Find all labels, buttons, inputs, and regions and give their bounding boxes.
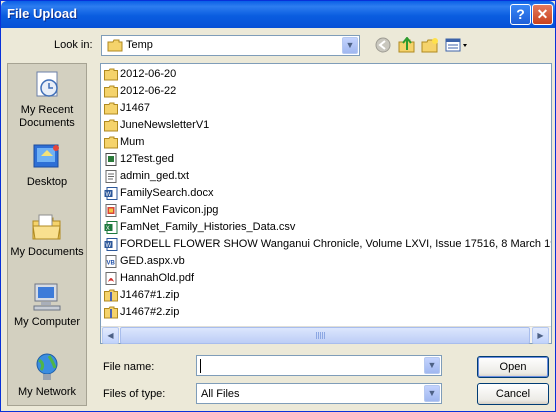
file-name: 2012-06-22 (120, 85, 177, 97)
folder-icon (107, 39, 123, 52)
file-type-value: All Files (201, 388, 240, 400)
word-document-icon: W (104, 238, 118, 251)
file-name-input[interactable] (200, 359, 420, 373)
file-name: J1467#1.zip (120, 289, 180, 301)
scroll-right-icon[interactable]: ▶ (532, 327, 549, 344)
close-button[interactable]: ✕ (532, 4, 553, 25)
file-name: admin_ged.txt (120, 170, 190, 182)
file-name: FORDELL FLOWER SHOW Wanganui Chronicle, … (120, 238, 552, 250)
scroll-left-icon[interactable]: ◀ (102, 327, 119, 344)
place-label: My Network (17, 386, 77, 398)
place-label: My Recent Documents (19, 104, 75, 129)
file-name: FamNet Favicon.jpg (120, 204, 219, 216)
place-my-documents[interactable]: My Documents (8, 212, 86, 259)
my-computer-icon (33, 283, 61, 311)
back-arrow-icon[interactable] (374, 37, 392, 55)
place-recent-documents[interactable]: My Recent Documents (8, 70, 86, 130)
help-button[interactable]: ? (510, 4, 531, 25)
title-bar[interactable]: File Upload ? ✕ (1, 1, 555, 28)
new-folder-icon[interactable] (421, 37, 439, 55)
lookin-value: Temp (126, 39, 153, 51)
text-file-icon (105, 170, 117, 183)
folder-icon (104, 119, 118, 132)
folder-icon (104, 68, 118, 81)
file-name: Mum (120, 136, 145, 148)
ged-file-icon (105, 153, 117, 166)
places-bar: My Recent Documents Desktop My Documents (7, 63, 87, 406)
up-folder-icon[interactable] (398, 36, 416, 55)
file-name-field[interactable]: ▼ (196, 355, 442, 376)
file-name: FamilySearch.docx (120, 187, 214, 199)
chevron-down-icon[interactable]: ▼ (424, 357, 440, 374)
my-network-icon (36, 353, 58, 380)
vb-file-icon: VB (105, 255, 117, 268)
file-name: FamNet_Family_Histories_Data.csv (120, 221, 296, 233)
desktop-icon (33, 144, 59, 168)
file-type-label: Files of type: (103, 388, 166, 400)
zip-folder-icon (104, 306, 118, 319)
lookin-label: Look in: (54, 39, 93, 51)
svg-text:X: X (106, 226, 110, 232)
file-name: 12Test.ged (120, 153, 174, 165)
horizontal-scrollbar[interactable]: ◀ ▶ (101, 326, 551, 344)
svg-text:W: W (106, 192, 112, 198)
place-desktop[interactable]: Desktop (8, 142, 86, 189)
my-documents-icon (32, 214, 61, 240)
zip-folder-icon (104, 289, 118, 302)
place-my-network[interactable]: My Network (8, 352, 86, 399)
text-caret (200, 359, 201, 373)
file-type-dropdown[interactable]: All Files ▼ (196, 383, 442, 404)
file-name: HannahOld.pdf (120, 272, 194, 284)
place-my-computer[interactable]: My Computer (8, 282, 86, 329)
file-name: GED.aspx.vb (120, 255, 185, 267)
place-label: Desktop (26, 176, 68, 188)
folder-icon (104, 102, 118, 115)
excel-file-icon: X (104, 221, 118, 234)
file-name: J1467#2.zip (120, 306, 180, 318)
folder-icon (104, 136, 118, 149)
file-name: JuneNewsletterV1 (120, 119, 210, 131)
svg-text:W: W (106, 243, 112, 249)
file-name: J1467 (120, 102, 150, 114)
cancel-button[interactable]: Cancel (477, 383, 549, 405)
folder-icon (104, 85, 118, 98)
image-file-icon (105, 204, 117, 217)
scrollbar-thumb[interactable] (120, 327, 530, 344)
window-title: File Upload (7, 6, 78, 21)
svg-text:VB: VB (107, 261, 116, 267)
file-name-label: File name: (103, 361, 155, 373)
file-upload-dialog: File Upload ? ✕ Look in: Temp ▼ My Recen… (0, 0, 556, 412)
place-label: My Computer (13, 316, 81, 328)
file-name: 2012-06-20 (120, 68, 177, 80)
open-button[interactable]: Open (477, 356, 549, 378)
file-list[interactable]: 2012-06-20 2012-06-22 J1467 JuneNewslett… (100, 63, 552, 344)
chevron-down-icon[interactable]: ▼ (342, 37, 358, 54)
word-document-icon: W (104, 187, 118, 200)
chevron-down-icon[interactable]: ▼ (424, 385, 440, 402)
views-menu-icon[interactable] (445, 37, 469, 55)
recent-documents-icon (36, 71, 58, 97)
place-label: My Documents (10, 246, 84, 258)
lookin-dropdown[interactable]: Temp ▼ (101, 35, 360, 56)
pdf-file-icon (105, 272, 117, 285)
